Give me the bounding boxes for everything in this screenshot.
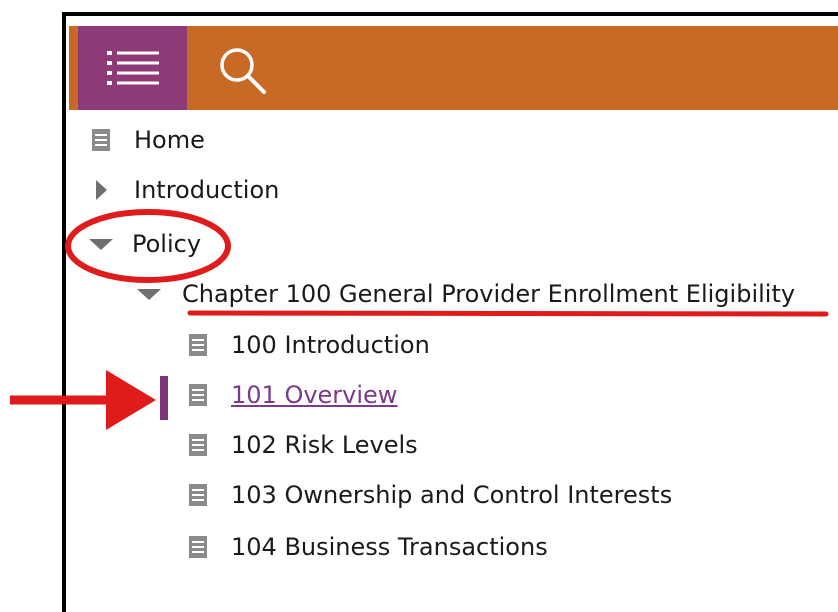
document-icon: [187, 432, 209, 458]
nav-item-policy[interactable]: Policy: [88, 230, 201, 258]
search-button[interactable]: [210, 38, 274, 102]
nav-item-introduction[interactable]: Introduction: [90, 176, 279, 204]
caret-down-icon[interactable]: [88, 233, 114, 255]
nav-item-103-ownership[interactable]: 103 Ownership and Control Interests: [187, 481, 672, 509]
nav-item-label: 102 Risk Levels: [231, 431, 418, 459]
document-icon: [187, 382, 209, 408]
document-icon: [90, 127, 112, 153]
nav-item-label: 103 Ownership and Control Interests: [231, 481, 673, 509]
nav-item-label: Home: [134, 126, 205, 154]
nav-item-label[interactable]: 101 Overview: [231, 381, 397, 409]
nav-item-label: Policy: [132, 230, 202, 258]
caret-right-icon[interactable]: [90, 177, 112, 203]
hamburger-list-icon: [106, 51, 159, 85]
menu-button[interactable]: [78, 26, 187, 110]
nav-item-104-business-transactions[interactable]: 104 Business Transactions: [187, 533, 548, 561]
nav-item-label: 104 Business Transactions: [231, 533, 548, 561]
nav-item-100-introduction[interactable]: 100 Introduction: [187, 331, 430, 359]
document-icon: [187, 534, 209, 560]
selected-indicator: [160, 376, 168, 420]
caret-down-icon[interactable]: [136, 283, 162, 305]
nav-item-home[interactable]: Home: [90, 126, 205, 154]
nav-item-label: 100 Introduction: [231, 331, 430, 359]
nav-item-chapter-100[interactable]: Chapter 100 General Provider Enrollment …: [136, 280, 795, 308]
nav-item-102-risk-levels[interactable]: 102 Risk Levels: [187, 431, 418, 459]
document-icon: [187, 482, 209, 508]
search-icon: [220, 48, 266, 94]
nav-item-label: Chapter 100 General Provider Enrollment …: [182, 280, 796, 308]
nav-item-label: Introduction: [134, 176, 280, 204]
document-icon: [187, 332, 209, 358]
nav-item-101-overview[interactable]: 101 Overview: [187, 381, 397, 409]
